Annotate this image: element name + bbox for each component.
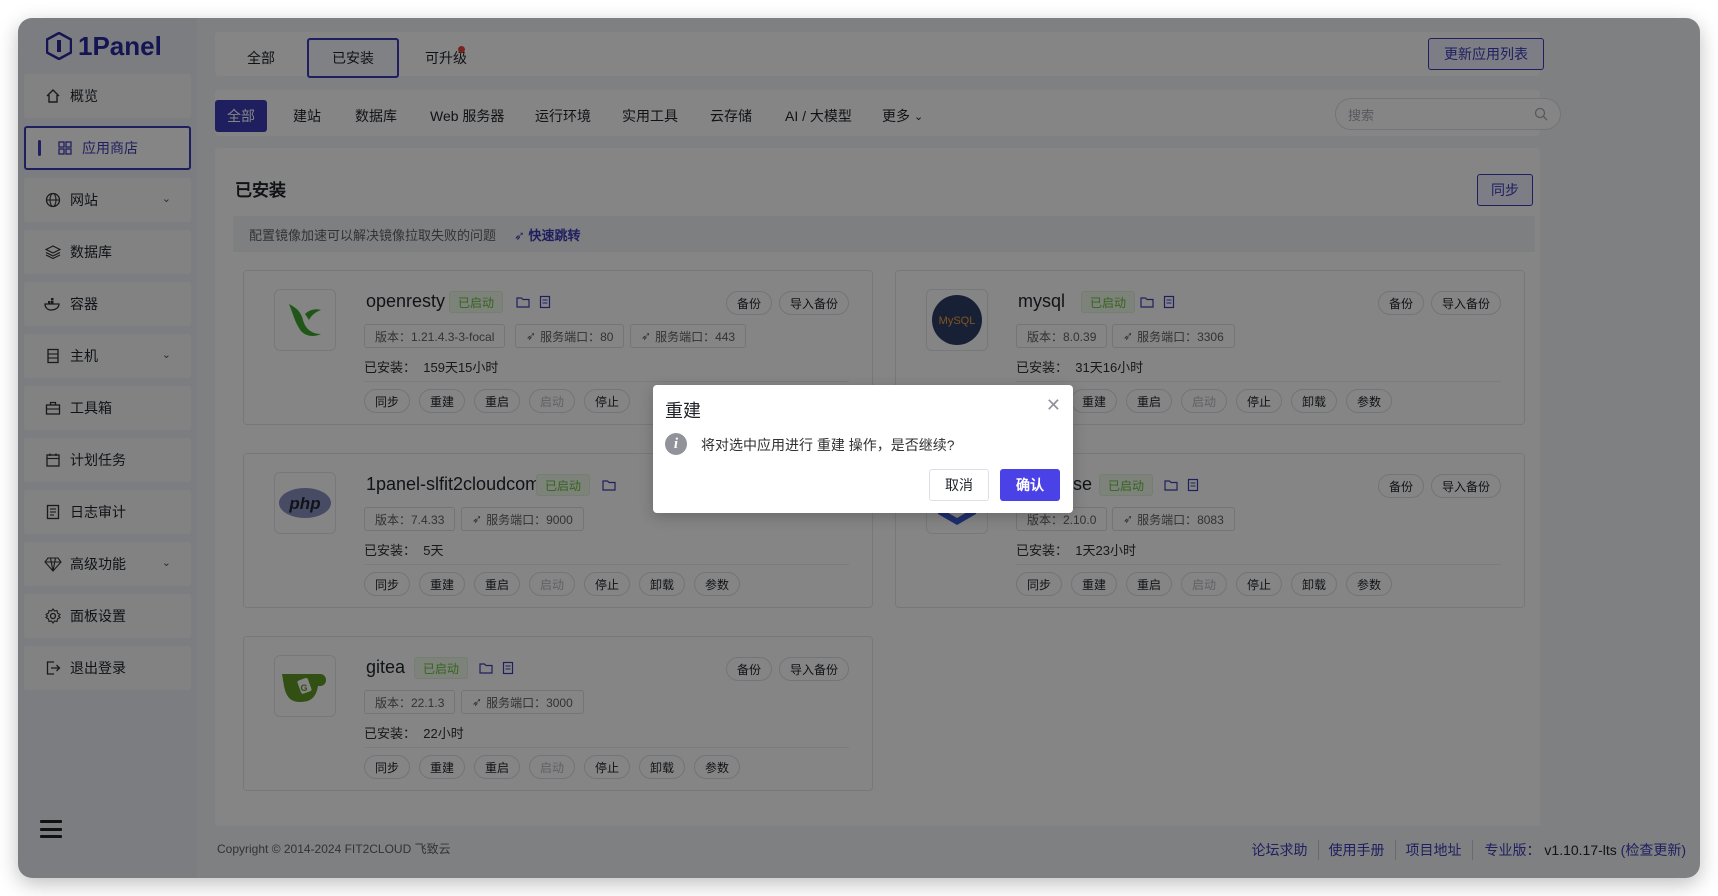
dialog-message: 将对选中应用进行 重建 操作，是否继续? [701, 437, 955, 453]
confirm-button[interactable]: 确认 [1000, 469, 1060, 501]
dialog-title: 重建 [665, 401, 701, 421]
app-window: 1Panel 概览 应用商店 网站 ⌄ 数据库 容器 主机 ⌄ 工具箱 计划任务… [18, 18, 1700, 878]
cancel-button[interactable]: 取消 [929, 469, 989, 501]
rebuild-dialog: 重建 ✕ i 将对选中应用进行 重建 操作，是否继续? 取消 确认 [653, 385, 1073, 513]
info-icon: i [665, 433, 687, 455]
close-icon[interactable]: ✕ [1046, 395, 1061, 416]
